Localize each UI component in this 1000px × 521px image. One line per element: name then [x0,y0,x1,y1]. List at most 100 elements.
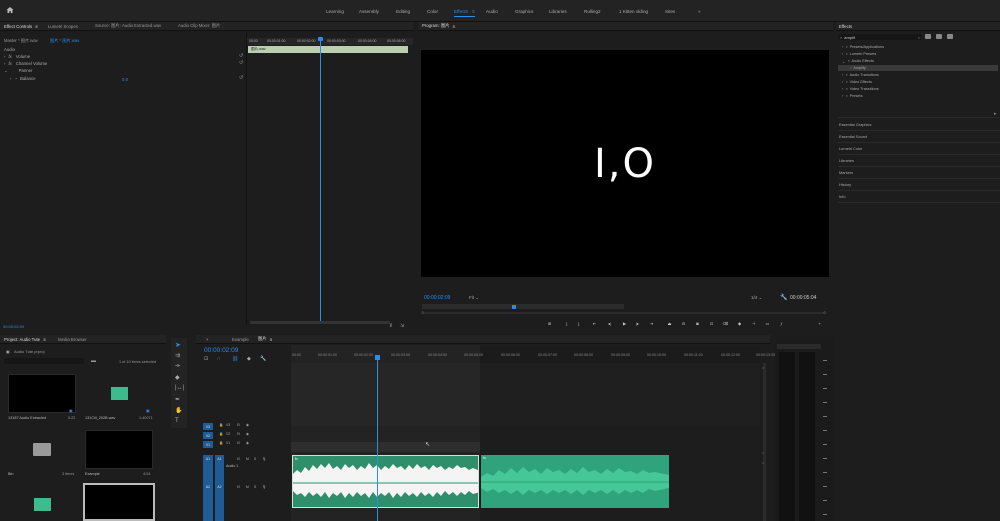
tree-item-video-transitions[interactable]: › ▪ Video Transitions [842,86,879,92]
panel-info[interactable]: Info [838,191,1000,203]
panel-libraries[interactable]: Libraries [838,155,1000,167]
timeline-timecode[interactable]: 00:00:02:09 [204,347,238,354]
audio-clip[interactable]: fx [481,455,669,508]
tree-item-audio-transitions[interactable]: › ▪ Audio Transitions [842,72,879,78]
clear-search-icon[interactable]: × [918,35,920,40]
mark-out-icon[interactable]: } [575,320,582,327]
sync-lock-icon[interactable]: ⊟ [237,485,240,489]
workspace-sites[interactable]: Sites [665,0,675,22]
panel-lumetri-color[interactable]: Lumetri Color [838,143,1000,155]
safe-margins-icon[interactable]: ▭ [764,320,771,327]
clear-icon[interactable]: ⌫ [722,320,729,327]
mark-in-icon[interactable]: { [563,320,570,327]
scroll-handle-icon[interactable]: ○ [762,365,764,370]
lift-icon[interactable]: ⏏ [666,320,673,327]
program-fit-select[interactable]: Fit ⌄ [469,295,479,301]
pen-tool-icon[interactable]: ✒ [175,396,180,403]
new-bin-icon[interactable]: ▬ [91,358,96,364]
project-search-input[interactable] [4,358,84,364]
step-forward-icon[interactable]: |▸ [634,320,641,327]
selection-tool-icon[interactable]: ➤ [175,341,181,349]
program-playhead-marker[interactable] [512,305,516,309]
track-source-v1[interactable]: V1 [203,441,213,448]
audio-clip-selected[interactable]: fx [292,455,479,508]
ec-playhead-handle[interactable] [318,37,323,41]
panel-menu-icon[interactable]: ≡ [35,24,38,29]
panel-essential-sound[interactable]: Essential Sound [838,131,1000,143]
track-header-v2[interactable]: V2 🔒 V2 ⊟ ◉ [202,431,287,440]
tab-source[interactable]: Source: 图片: Audio Extracted.wav [95,22,161,30]
workspace-color[interactable]: Color [427,0,438,22]
solo-button[interactable]: S [254,457,256,461]
insert-icon[interactable]: ⊞ [546,320,553,327]
track-source-v3[interactable]: V3 [203,423,213,430]
slip-tool-icon[interactable]: |↔| [175,385,184,391]
fx-toggle-icon[interactable]: ƒ [778,320,785,327]
program-video-frame[interactable]: I,O [421,50,829,277]
track-source-a1[interactable]: A1 [203,455,213,483]
track-target-v1[interactable]: V1 [226,441,230,445]
tab-audio-clip-mixer[interactable]: Audio Clip Mixer: 图片 [178,22,220,30]
sync-lock-icon[interactable]: ⊟ [237,423,240,427]
snap-icon[interactable]: ∩ [217,356,221,362]
ec-balance-value[interactable]: 0.0 [122,77,128,82]
program-timecode[interactable]: 00:00:02:09 [424,295,450,301]
sync-lock-icon[interactable]: ⊟ [237,441,240,445]
accelerated-filter-icon[interactable] [925,34,931,39]
home-icon[interactable] [6,6,14,14]
workspace-rulling2[interactable]: Rulling2 [584,0,601,22]
razor-tool-icon[interactable]: ◆ [175,374,180,381]
lock-icon[interactable]: 🔒 [219,441,223,445]
effects-search-input[interactable]: ⌕ amplif × [838,34,922,40]
export-icon[interactable]: ⇲ [400,323,404,329]
timeline-playhead-handle[interactable] [375,355,380,360]
program-mini-timeline[interactable] [422,304,624,309]
go-to-out-icon[interactable]: ⇥ [648,320,655,327]
panel-menu-icon[interactable]: ≡ [43,337,46,342]
microphone-icon[interactable]: 🎙 [262,485,266,489]
tree-item-video-effects[interactable]: › ▪ Video Effects [842,79,872,85]
add-marker-icon[interactable]: ◆ [247,356,251,362]
tab-sequence-current[interactable]: 图片 ≡ [258,335,272,343]
ec-row-volume[interactable]: › fx Volume [4,53,30,60]
track-header-a1[interactable]: A1 A1 ⊟ M S 🎙 Audio 1 [202,455,287,483]
reset-icon[interactable]: ↺ [239,75,243,81]
eye-icon[interactable]: ◉ [246,432,249,436]
zoom-handle-icon[interactable]: ○ [421,310,424,316]
sync-lock-icon[interactable]: ⊟ [237,457,240,461]
project-thumb-example[interactable] [85,430,153,469]
tab-close-icon[interactable]: × [206,335,209,343]
type-tool-icon[interactable]: T [175,418,179,424]
panel-menu-icon[interactable]: ≡ [270,337,273,342]
panel-essential-graphics[interactable]: Essential Graphics [838,119,1000,131]
project-thumb-sequence[interactable] [83,483,155,521]
scroll-handle-icon[interactable]: ○ [762,450,764,455]
wrench-icon[interactable]: 🔧 [780,294,787,301]
solo-button[interactable]: S [254,485,256,489]
linked-selection-icon[interactable]: ⛓ [232,356,238,362]
lock-icon[interactable]: 🔒 [219,423,223,427]
tab-media-browser[interactable]: Media Browser [58,335,87,343]
workspace-libraries[interactable]: Libraries [549,0,567,22]
eye-icon[interactable]: ◉ [246,423,249,427]
sync-lock-icon[interactable]: ⊟ [237,432,240,436]
workspace-more-button[interactable]: » [698,0,701,22]
workspace-audio[interactable]: Audio [486,0,498,22]
workspace-effects[interactable]: Effects ≡ [454,0,475,22]
nest-icon[interactable]: ⊡ [204,356,208,362]
panel-history[interactable]: History [838,179,1000,191]
ec-mini-clip[interactable]: 图片.wav [248,46,408,53]
track-select-tool-icon[interactable]: ⇉ [175,352,180,359]
tab-program[interactable]: Program: 图片 ≡ [422,22,455,30]
ripple-edit-tool-icon[interactable]: ⟛ [175,363,180,370]
tree-item-audio-effects[interactable]: ⌄ ▪ Audio Effects [842,58,874,64]
lock-icon[interactable]: 🔒 [219,432,223,436]
project-thumb-bin[interactable] [8,430,76,469]
play-icon[interactable]: ▶ [621,320,628,327]
project-thumb-audio-extracted[interactable] [8,374,76,413]
settings-wrench-icon[interactable]: 🔧 [260,356,266,362]
zoom-handle-icon[interactable]: ○ [823,310,826,316]
add-button-icon[interactable]: + [816,320,823,327]
ec-row-panner[interactable]: ⌄ Panner [4,67,32,74]
eye-icon[interactable]: ◉ [246,441,249,445]
